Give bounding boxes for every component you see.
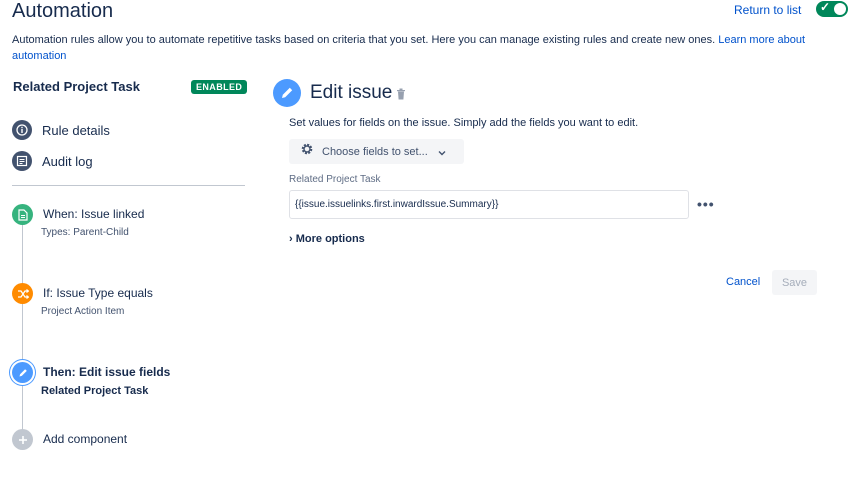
add-component-label: Add component [43, 432, 128, 446]
save-button[interactable]: Save [772, 270, 817, 295]
choose-fields-label: Choose fields to set... [322, 145, 428, 158]
chevron-down-icon [438, 143, 446, 161]
cancel-button[interactable]: Cancel [726, 276, 760, 288]
trigger-subtitle: Types: Parent-Child [41, 227, 129, 238]
gear-icon [300, 142, 314, 161]
action-title: Then: Edit issue fields [43, 365, 171, 379]
page-title: Automation [12, 0, 114, 22]
trigger-title: When: Issue linked [43, 207, 145, 221]
edit-issue-title: Edit issue [310, 82, 393, 103]
return-to-list-link[interactable]: Return to list [734, 3, 801, 17]
status-badge: ENABLED [191, 80, 248, 94]
more-options-label: More options [295, 233, 365, 245]
edit-issue-pencil-icon [273, 79, 301, 107]
document-icon [12, 204, 33, 225]
nav-audit-log-label: Audit log [42, 153, 93, 169]
nav-rule-details[interactable]: Rule details [12, 120, 110, 140]
timeline-line [22, 220, 23, 440]
rule-name: Related Project Task [13, 79, 140, 94]
edit-issue-description: Set values for fields on the issue. Simp… [289, 117, 639, 129]
sidebar-divider [12, 185, 245, 186]
nav-audit-log[interactable]: Audit log [12, 151, 93, 171]
trash-icon[interactable] [396, 87, 406, 105]
related-project-task-input[interactable] [289, 190, 689, 219]
list-icon [12, 151, 32, 171]
field-label: Related Project Task [289, 174, 381, 185]
action-subtitle: Related Project Task [41, 385, 149, 397]
nav-rule-details-label: Rule details [42, 122, 110, 138]
description-text: Automation rules allow you to automate r… [12, 34, 716, 46]
more-actions-icon[interactable]: ••• [697, 196, 715, 212]
page-description: Automation rules allow you to automate r… [12, 32, 812, 64]
condition-subtitle: Project Action Item [41, 306, 125, 317]
chevron-right-icon: › [289, 233, 293, 245]
choose-fields-button[interactable]: Choose fields to set... [289, 139, 464, 164]
plus-icon [12, 429, 33, 450]
pencil-icon [12, 362, 33, 383]
check-icon: ✓ [820, 0, 831, 14]
condition-title: If: Issue Type equals [43, 286, 153, 300]
more-options-toggle[interactable]: › More options [289, 233, 365, 245]
shuffle-icon [12, 283, 33, 304]
info-icon [12, 120, 32, 140]
toggle-knob [834, 3, 846, 15]
rule-enabled-toggle[interactable]: ✓ [816, 0, 848, 17]
